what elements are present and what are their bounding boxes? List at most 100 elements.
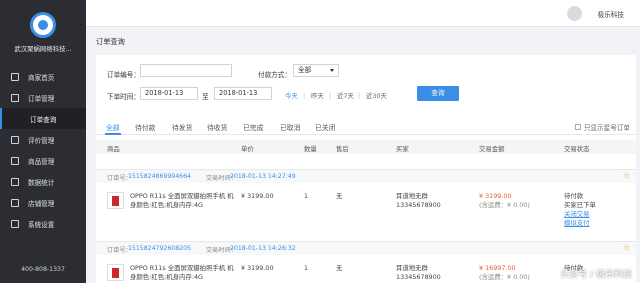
sidebar-item-store[interactable]: 店铺管理 — [0, 192, 86, 213]
table-row: 订单号： 1515824792608205 交易时间： 2018-01-13 1… — [96, 241, 636, 283]
freight-note: (含运费：¥ 0.00) — [479, 273, 530, 281]
quick-30days-link[interactable]: 近30天 — [366, 91, 387, 100]
product-spec: 身颜色:红色;机身内存:4G — [130, 201, 203, 209]
tab-all[interactable]: 全部 — [106, 122, 120, 132]
only-starred-label: 只显示星号订单 — [583, 124, 630, 132]
freight-note: (含运费：¥ 0.00) — [479, 201, 530, 209]
trade-time: 2018-01-13 14:27:49 — [230, 173, 296, 180]
quick-today-link[interactable]: 今天 — [285, 91, 298, 100]
status-subtext: 买家已下单 — [564, 201, 596, 209]
store-icon — [11, 198, 19, 207]
table-row: 订单号： 1515824869994664 交易时间： 2018-01-13 1… — [96, 169, 636, 241]
active-tab-indicator — [105, 133, 121, 135]
order-no-input[interactable] — [140, 64, 232, 77]
box-icon — [11, 156, 19, 165]
sidebar: 武汉聚蜗网络科技... 商家首页 订单管理 订单查询 评价管理 商品管理 数据统… — [0, 0, 86, 283]
pay-method-select[interactable]: 全部 — [293, 64, 339, 77]
after-sale: 无 — [336, 264, 343, 272]
company-name: 武汉聚蜗网络科技... — [14, 45, 72, 53]
support-phone: 400-808-1337 — [21, 266, 65, 273]
page-header: 订单查询 — [86, 27, 640, 54]
trade-amount: ¥ 16997.00 — [479, 264, 516, 272]
sidebar-item-label: 店铺管理 — [28, 199, 55, 208]
column-header: 商品 — [107, 145, 120, 153]
chart-icon — [11, 177, 19, 186]
home-icon — [11, 72, 19, 81]
simulate-pay-link[interactable]: 模拟支付 — [564, 219, 590, 228]
sidebar-item-stats[interactable]: 数据统计 — [0, 171, 86, 192]
date-to-label: 至 — [202, 93, 209, 101]
sidebar-item-label: 评价管理 — [28, 136, 55, 145]
status-text: 待付款 — [564, 192, 584, 200]
quick-7days-link[interactable]: 近7天 — [337, 91, 354, 100]
divider: | — [303, 91, 306, 99]
watermark: 头条号 / 极乐科技 — [560, 270, 632, 280]
date-to-input[interactable]: 2018-01-13 — [214, 87, 272, 100]
star-icon[interactable]: ☆ — [623, 171, 630, 180]
sidebar-item-label: 系统设置 — [28, 220, 55, 229]
sidebar-item-label: 数据统计 — [28, 178, 55, 187]
product-name[interactable]: OPPO R11s 全面屏双摄拍照手机 机 — [130, 264, 234, 273]
page-title: 订单查询 — [96, 37, 125, 46]
product-thumbnail[interactable] — [107, 264, 124, 281]
order-header: 订单号： 1515824792608205 交易时间： 2018-01-13 1… — [96, 242, 636, 255]
sidebar-item-label: 商品管理 — [28, 157, 55, 166]
column-header: 数量 — [304, 145, 317, 153]
chevron-down-icon — [330, 69, 334, 72]
product-name[interactable]: OPPO R11s 全面屏双摄拍照手机 机 — [130, 192, 234, 201]
trade-amount: ¥ 3199.00 — [479, 192, 512, 200]
divider: | — [358, 91, 361, 99]
sidebar-item-home[interactable]: 商家首页 — [0, 66, 86, 87]
tab-to-receive[interactable]: 待收货 — [207, 122, 227, 132]
quantity: 1 — [304, 264, 309, 272]
order-header: 订单号： 1515824869994664 交易时间： 2018-01-13 1… — [96, 170, 636, 183]
tab-to-ship[interactable]: 待发货 — [172, 122, 192, 132]
column-header: 交易金额 — [479, 145, 505, 153]
after-sale: 无 — [336, 192, 343, 200]
close-trade-link[interactable]: 关闭交易 — [564, 210, 590, 219]
sidebar-item-label: 商家首页 — [28, 73, 55, 82]
review-icon — [11, 135, 19, 144]
column-header: 单价 — [241, 145, 254, 153]
pay-method-label: 付款方式： — [258, 71, 291, 79]
column-header: 买家 — [396, 145, 409, 153]
tab-completed[interactable]: 已完成 — [243, 122, 263, 132]
company-logo-icon — [30, 12, 56, 38]
quick-yesterday-link[interactable]: 昨天 — [311, 91, 324, 100]
table-header: 商品 单价 数量 售后 买家 交易金额 交易状态 — [96, 140, 636, 154]
order-no[interactable]: 1515824869994664 — [128, 173, 191, 180]
order-no-label: 订单编号： — [107, 71, 140, 79]
buyer-name: 耳道地无群 — [396, 192, 428, 200]
star-icon[interactable]: ☆ — [623, 243, 630, 252]
buyer-name: 耳道地无群 — [396, 264, 428, 272]
buyer-phone: 13345678900 — [396, 273, 441, 281]
username[interactable]: 极乐科技 — [598, 9, 624, 19]
product-thumbnail[interactable] — [107, 192, 124, 209]
clipboard-icon — [11, 93, 19, 102]
order-no[interactable]: 1515824792608205 — [128, 245, 191, 252]
sidebar-item-products[interactable]: 商品管理 — [0, 150, 86, 171]
checkbox[interactable] — [574, 124, 581, 130]
sidebar-item-orders[interactable]: 订单管理 — [0, 87, 86, 108]
avatar[interactable] — [567, 6, 582, 21]
quantity: 1 — [304, 192, 309, 200]
unit-price: ¥ 3199.00 — [241, 192, 274, 200]
date-from-input[interactable]: 2018-01-13 — [140, 87, 198, 100]
tab-cancelled[interactable]: 已取消 — [280, 122, 300, 132]
top-bar: 极乐科技 — [86, 0, 640, 27]
tab-unpaid[interactable]: 待付款 — [135, 122, 155, 132]
sidebar-item-order-query[interactable]: 订单查询 — [0, 108, 86, 129]
query-button[interactable]: 查询 — [417, 86, 459, 101]
content-card: 订单编号： 付款方式： 全部 下单时间： 2018-01-13 至 2018-0… — [96, 55, 636, 283]
sidebar-item-label: 订单查询 — [30, 115, 57, 124]
sidebar-item-settings[interactable]: 系统设置 — [0, 213, 86, 234]
only-starred-toggle[interactable]: 只显示星号订单 — [574, 122, 630, 132]
buyer-phone: 13345678900 — [396, 201, 441, 209]
trade-time: 2018-01-13 14:26:32 — [230, 245, 296, 252]
order-time-label: 下单时间： — [107, 93, 140, 101]
column-header: 交易状态 — [564, 145, 590, 153]
sidebar-item-reviews[interactable]: 评价管理 — [0, 129, 86, 150]
tab-closed[interactable]: 已关闭 — [315, 122, 335, 132]
sidebar-item-label: 订单管理 — [28, 94, 55, 103]
unit-price: ¥ 3199.00 — [241, 264, 274, 272]
